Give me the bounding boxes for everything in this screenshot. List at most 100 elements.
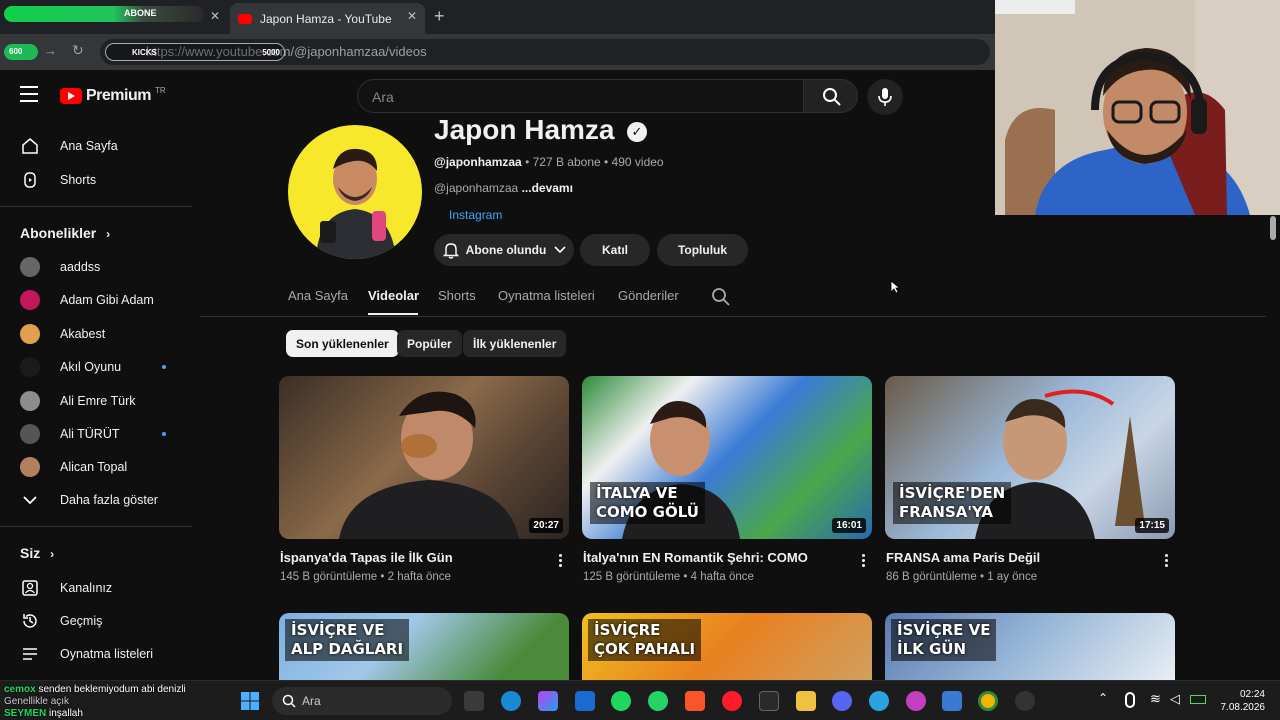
chevron-right-icon: › — [106, 227, 111, 241]
sidebar-item-label: Ali Emre Türk — [60, 393, 136, 408]
chat-message: Genellikle açık — [4, 696, 70, 707]
spotify-icon[interactable] — [611, 691, 631, 711]
sidebar-item-history[interactable]: Geçmiş — [0, 604, 192, 638]
sidebar-item-subscription[interactable]: Ali Emre Türk — [0, 384, 192, 418]
chevron-down-icon — [554, 246, 566, 254]
sidebar-item-subscription[interactable]: Ali TÜRÜT — [0, 417, 192, 451]
discord-icon[interactable] — [832, 691, 852, 711]
chevron-up-icon[interactable]: ⌃ — [1098, 691, 1108, 705]
description-text: @japonhamzaa — [434, 181, 519, 195]
video-thumbnail[interactable]: İSVİÇRE'DEN FRANSA'YA 17:15 — [885, 376, 1175, 539]
you-header-label: Siz — [20, 545, 41, 561]
video-thumbnail[interactable]: İSVİÇRE VE ALP DAĞLARI — [279, 613, 569, 680]
sidebar-item-shorts[interactable]: Shorts — [0, 163, 192, 197]
task-view-icon[interactable] — [464, 691, 484, 711]
taskbar-clock[interactable]: 02:24 7.08.2026 — [1210, 688, 1266, 714]
chip-popular[interactable]: Popüler — [397, 330, 462, 357]
brave-icon[interactable] — [685, 691, 705, 711]
show-more-button[interactable]: Daha fazla göster — [0, 483, 192, 517]
channel-description[interactable]: @japonhamzaa ...devamı — [434, 181, 573, 195]
browser-tab-youtube[interactable]: Japon Hamza - YouTube ✕ — [230, 3, 425, 34]
file-explorer-icon[interactable] — [796, 691, 816, 711]
clock-date: 7.08.2026 — [1220, 702, 1266, 713]
sidebar-item-subscription[interactable]: Adam Gibi Adam — [0, 283, 192, 317]
community-button[interactable]: Topluluk — [657, 234, 748, 266]
opera-gx-icon[interactable] — [906, 691, 926, 711]
tab-videos[interactable]: Videolar — [368, 288, 419, 303]
windows-start-icon[interactable] — [240, 691, 260, 711]
chrome-icon[interactable] — [978, 691, 998, 711]
telegram-icon[interactable] — [869, 691, 889, 711]
video-thumbnail[interactable]: İTALYA VE COMO GÖLÜ 16:01 — [582, 376, 872, 539]
more-options-icon[interactable] — [862, 554, 866, 568]
taskbar-search-input[interactable]: Ara — [272, 687, 452, 715]
tab-playlists[interactable]: Oynatma listeleri — [498, 288, 595, 303]
video-title[interactable]: FRANSA ama Paris Değil — [886, 550, 1040, 565]
sidebar-item-home[interactable]: Ana Sayfa — [0, 129, 192, 163]
bell-icon — [442, 243, 459, 259]
whatsapp-icon[interactable] — [648, 691, 668, 711]
tab-shorts[interactable]: Shorts — [438, 288, 476, 303]
channel-avatar[interactable] — [288, 125, 422, 259]
reload-icon[interactable]: ↻ — [72, 42, 84, 59]
video-title[interactable]: İspanya'da Tapas ile İlk Gün — [280, 550, 453, 565]
sidebar-item-label: Oynatma listeleri — [60, 647, 154, 661]
stream-chat-overlay: cemox senden beklemiyodum abi denizli Ge… — [4, 684, 186, 720]
video-thumbnail[interactable]: 20:27 — [279, 376, 569, 539]
video-title[interactable]: İtalya'nın EN Romantik Şehri: COMO — [583, 550, 808, 565]
webcam-overlay — [995, 0, 1280, 215]
video-age: 1 ay önce — [987, 571, 1038, 583]
wifi-icon[interactable]: ≋ — [1150, 691, 1161, 707]
video-meta: 145 B görüntüleme • 2 hafta önce — [280, 571, 451, 583]
mouse-cursor-icon — [890, 280, 900, 294]
sidebar-item-playlists[interactable]: Oynatma listeleri — [0, 637, 192, 671]
home-icon — [20, 136, 40, 156]
youtube-play-icon — [60, 88, 82, 104]
opera-icon[interactable] — [722, 691, 742, 711]
app-icon[interactable] — [759, 691, 779, 711]
chip-latest[interactable]: Son yüklenenler — [286, 330, 399, 357]
obs-icon[interactable] — [1015, 691, 1035, 711]
sidebar-item-your-channel[interactable]: Kanalınız — [0, 571, 192, 605]
video-thumbnail[interactable]: İSVİÇRE ÇOK PAHALI — [582, 613, 872, 680]
new-tab-icon[interactable]: + — [434, 6, 445, 27]
battery-icon[interactable] — [1190, 695, 1206, 704]
edge-icon[interactable] — [501, 691, 521, 711]
subscribed-button[interactable]: Abone olundu — [434, 234, 574, 266]
sidebar-item-subscription[interactable]: Akabest — [0, 317, 192, 351]
sidebar-item-subscription[interactable]: Akıl Oyunu — [0, 350, 192, 384]
sidebar-item-subscription[interactable]: aaddss — [0, 250, 192, 284]
scrollbar-thumb[interactable] — [1270, 216, 1276, 240]
channel-search-icon[interactable] — [711, 287, 731, 307]
more-options-icon[interactable] — [1165, 554, 1169, 568]
volume-icon[interactable]: ◁ — [1170, 691, 1180, 707]
app-icon[interactable] — [575, 691, 595, 711]
search-input[interactable]: Ara — [357, 79, 804, 113]
join-button[interactable]: Katıl — [580, 234, 650, 266]
forward-icon[interactable]: → — [44, 43, 57, 58]
channel-meta: @japonhamzaa • 727 B abone • 490 video — [434, 155, 664, 169]
description-more[interactable]: ...devamı — [522, 181, 573, 195]
thumbnail-overlay-text: İSVİÇRE'DEN FRANSA'YA — [893, 482, 1012, 524]
youtube-logo[interactable]: Premium TR — [60, 86, 166, 105]
close-tab-icon[interactable]: ✕ — [407, 9, 417, 23]
copilot-icon[interactable] — [538, 691, 558, 711]
tab-posts[interactable]: Gönderiler — [618, 288, 679, 303]
microphone-icon[interactable] — [1125, 692, 1135, 708]
you-header[interactable]: Siz › — [20, 545, 54, 561]
instagram-link[interactable]: Instagram — [449, 208, 502, 222]
more-options-icon[interactable] — [559, 554, 563, 568]
channel-icon — [20, 578, 40, 598]
browser-tab-1[interactable]: ABONE ✕ — [0, 3, 228, 31]
tab-home[interactable]: Ana Sayfa — [288, 288, 348, 303]
chip-oldest[interactable]: İlk yüklenenler — [463, 330, 567, 357]
video-thumbnail[interactable]: İSVİÇRE VE İLK GÜN — [885, 613, 1175, 680]
avatar — [20, 424, 40, 444]
app-icon[interactable] — [942, 691, 962, 711]
search-button[interactable] — [803, 79, 858, 113]
menu-icon[interactable] — [20, 86, 38, 102]
close-tab-icon[interactable]: ✕ — [210, 9, 220, 23]
sidebar-item-subscription[interactable]: Alican Topal — [0, 450, 192, 484]
voice-search-button[interactable] — [867, 79, 903, 115]
subscriptions-header[interactable]: Abonelikler › — [20, 225, 110, 241]
